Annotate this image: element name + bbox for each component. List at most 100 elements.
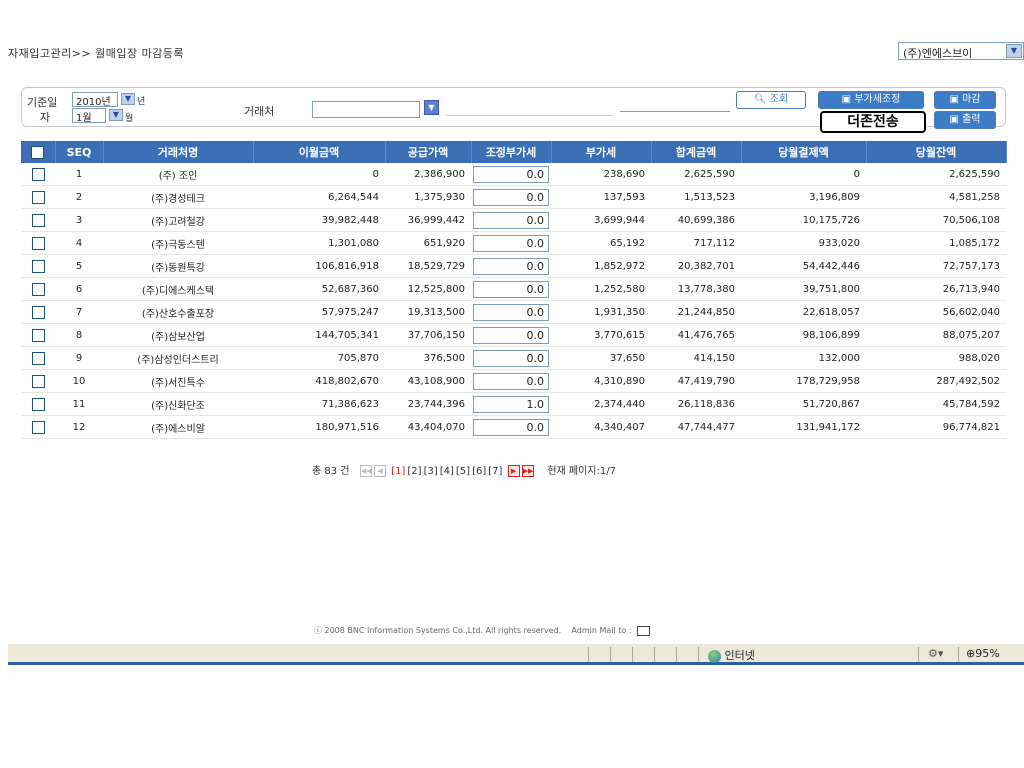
vat-adjust-button[interactable]: ▣ 부가세조정 bbox=[818, 91, 924, 109]
table-row[interactable]: 6 (주)디에스케스텍 52,687,360 12,525,800 0.0 1,252,5… bbox=[21, 277, 1006, 301]
month-select[interactable]: 1월 bbox=[72, 108, 106, 124]
row-select-cell[interactable] bbox=[21, 323, 55, 347]
adjusted-vat-input[interactable]: 0.0 bbox=[473, 165, 549, 183]
row-checkbox[interactable] bbox=[31, 397, 45, 411]
adjusted-vat-cell: 0.0 bbox=[471, 163, 551, 186]
page-link[interactable]: [3] bbox=[424, 466, 438, 477]
vat-cell: 65,192 bbox=[551, 231, 651, 255]
row-select-cell[interactable] bbox=[21, 346, 55, 370]
chevron-down-icon[interactable]: ▼ bbox=[1006, 44, 1022, 58]
adjusted-vat-input[interactable]: 0.0 bbox=[473, 349, 549, 367]
partner-name-cell: (주)경성테크 bbox=[103, 185, 253, 209]
adjusted-vat-input[interactable]: 1.0 bbox=[473, 395, 549, 413]
mail-icon[interactable] bbox=[637, 625, 651, 636]
partner-input[interactable] bbox=[312, 101, 420, 118]
page-link[interactable]: [2] bbox=[407, 466, 421, 477]
adjusted-vat-input[interactable]: 0.0 bbox=[473, 234, 549, 252]
table-row[interactable]: 2 (주)경성테크 6,264,544 1,375,930 0.0 137,593 1,51… bbox=[21, 185, 1006, 209]
row-checkbox[interactable] bbox=[31, 282, 45, 296]
adjusted-vat-input[interactable]: 0.0 bbox=[473, 326, 549, 344]
row-checkbox[interactable] bbox=[31, 236, 45, 250]
adjusted-vat-input[interactable]: 0.0 bbox=[473, 257, 549, 275]
month-dropdown-icon[interactable]: ▼ bbox=[109, 109, 123, 121]
row-select-cell[interactable] bbox=[21, 185, 55, 209]
adjusted-vat-input[interactable]: 0.0 bbox=[473, 188, 549, 206]
row-select-cell[interactable] bbox=[21, 254, 55, 278]
partner-lookup-icon[interactable]: ▼ bbox=[424, 100, 439, 115]
row-checkbox[interactable] bbox=[31, 305, 45, 319]
select-all-cell[interactable] bbox=[21, 141, 56, 163]
status-separator bbox=[654, 647, 655, 662]
paid-amount-cell: 3,196,809 bbox=[741, 185, 866, 209]
carry-amount-cell: 1,301,080 bbox=[253, 231, 385, 255]
seq-cell: 4 bbox=[55, 231, 103, 255]
next-page-icon[interactable]: ▶ bbox=[507, 465, 520, 477]
balance-cell: 45,784,592 bbox=[866, 392, 1006, 416]
row-select-cell[interactable] bbox=[21, 231, 55, 255]
row-select-cell[interactable] bbox=[21, 208, 55, 232]
table-row[interactable]: 9 (주)삼성인더스트리 705,870 376,500 0.0 37,650 414,15… bbox=[21, 346, 1006, 370]
adjusted-vat-input[interactable]: 0.0 bbox=[473, 372, 549, 390]
prev-page-icon[interactable]: ◀ bbox=[374, 465, 387, 477]
column-header: 합계금액 bbox=[651, 141, 742, 163]
column-header: 조정부가세 bbox=[471, 141, 552, 163]
adjusted-vat-input[interactable]: 0.0 bbox=[473, 280, 549, 298]
table-row[interactable]: 8 (주)삼보산업 144,705,341 37,706,150 0.0 3,770,61… bbox=[21, 323, 1006, 347]
carry-amount-cell: 71,386,623 bbox=[253, 392, 385, 416]
search-button[interactable]: 🔍︎ 조회 bbox=[736, 91, 806, 109]
table-row[interactable]: 7 (주)산호수출포장 57,975,247 19,313,500 0.0 1,931,3… bbox=[21, 300, 1006, 324]
date-label-suffix: 자 bbox=[40, 111, 51, 124]
douzone-send-button[interactable]: 더존전송 bbox=[820, 111, 926, 133]
security-zone: 인터넷 bbox=[708, 647, 755, 663]
seq-cell: 10 bbox=[55, 369, 103, 393]
row-checkbox[interactable] bbox=[31, 259, 45, 273]
row-checkbox[interactable] bbox=[31, 374, 45, 388]
row-checkbox[interactable] bbox=[31, 351, 45, 365]
page-link[interactable]: [7] bbox=[488, 466, 502, 477]
row-select-cell[interactable] bbox=[21, 300, 55, 324]
row-select-cell[interactable] bbox=[21, 415, 55, 439]
table-row[interactable]: 1 (주) 조인 0 2,386,900 0.0 238,690 2,625,590 0 2,6… bbox=[21, 163, 1006, 186]
page-link[interactable]: [5] bbox=[456, 466, 470, 477]
row-checkbox[interactable] bbox=[31, 190, 45, 204]
copyright: ⓒ 2008 BNC Information Systems Co.,Ltd. … bbox=[0, 625, 1024, 636]
balance-cell: 72,757,173 bbox=[866, 254, 1006, 278]
select-all-checkbox[interactable] bbox=[31, 145, 45, 159]
supply-amount-cell: 2,386,900 bbox=[385, 163, 471, 186]
page-link[interactable]: [1] bbox=[391, 466, 405, 477]
close-month-button[interactable]: ▣ 마감 bbox=[934, 91, 996, 109]
carry-amount-cell: 144,705,341 bbox=[253, 323, 385, 347]
current-page-text: 현재 페이지:1/7 bbox=[547, 466, 616, 477]
paid-amount-cell: 10,175,726 bbox=[741, 208, 866, 232]
row-select-cell[interactable] bbox=[21, 277, 55, 301]
company-select[interactable]: (주)엔에스브이 ▼ bbox=[898, 42, 1024, 60]
row-checkbox[interactable] bbox=[31, 328, 45, 342]
adjusted-vat-input[interactable]: 0.0 bbox=[473, 418, 549, 436]
row-checkbox[interactable] bbox=[31, 213, 45, 227]
table-row[interactable]: 3 (주)고려철강 39,982,448 36,999,442 0.0 3,699,944… bbox=[21, 208, 1006, 232]
row-select-cell[interactable] bbox=[21, 163, 55, 186]
row-checkbox[interactable] bbox=[31, 420, 45, 434]
last-page-icon[interactable]: ▶▶ bbox=[521, 465, 534, 477]
adjusted-vat-input[interactable]: 0.0 bbox=[473, 211, 549, 229]
print-button[interactable]: ▣ 출력 bbox=[934, 111, 996, 129]
adjusted-vat-input[interactable]: 0.0 bbox=[473, 303, 549, 321]
vat-adjust-button-label: 부가세조정 bbox=[854, 94, 901, 105]
table-row[interactable]: 12 (주)에스비알 180,971,516 43,404,070 0.0 4,340,4… bbox=[21, 415, 1006, 439]
table-row[interactable]: 5 (주)동원특강 106,816,918 18,529,729 0.0 1,852,97… bbox=[21, 254, 1006, 278]
row-select-cell[interactable] bbox=[21, 369, 55, 393]
table-row[interactable]: 4 (주)극동스텐 1,301,080 651,920 0.0 65,192 717,112… bbox=[21, 231, 1006, 255]
first-page-icon[interactable]: ◀◀ bbox=[360, 465, 373, 477]
page-link[interactable]: [6] bbox=[472, 466, 486, 477]
row-select-cell[interactable] bbox=[21, 392, 55, 416]
zoom-level[interactable]: ⊕95% bbox=[966, 647, 1000, 660]
vat-cell: 1,852,972 bbox=[551, 254, 651, 278]
year-select[interactable]: 2010년 bbox=[72, 92, 118, 108]
protected-mode-icon[interactable]: ⚙▾ bbox=[928, 647, 943, 660]
page-link[interactable]: [4] bbox=[440, 466, 454, 477]
table-row[interactable]: 10 (주)서진특수 418,802,670 43,108,900 0.0 4,310,8… bbox=[21, 369, 1006, 393]
year-dropdown-icon[interactable]: ▼ bbox=[121, 93, 135, 105]
year-unit: 년 bbox=[137, 97, 146, 107]
row-checkbox[interactable] bbox=[31, 167, 45, 181]
table-row[interactable]: 11 (주)신화단조 71,386,623 23,744,396 1.0 2,374,44… bbox=[21, 392, 1006, 416]
